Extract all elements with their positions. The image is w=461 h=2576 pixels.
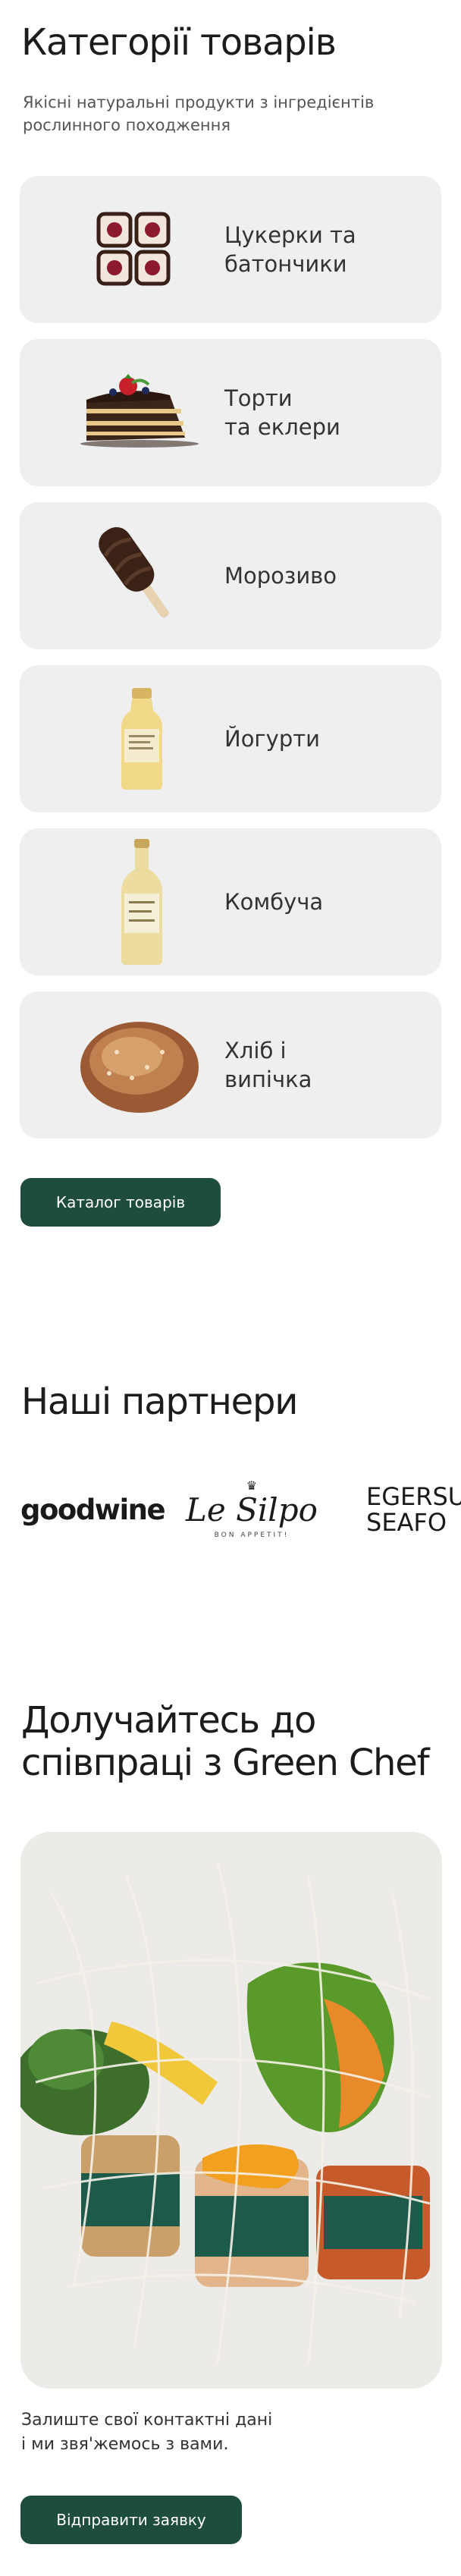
category-label-cakes: Торти та еклери bbox=[224, 385, 340, 440]
category-card-ice-cream[interactable]: Морозиво bbox=[20, 502, 441, 649]
categories-title: Категорії товарів bbox=[21, 21, 337, 64]
catalog-button[interactable]: Каталог товарів bbox=[20, 1178, 221, 1227]
categories-subtitle: Якісні натуральні продукти з інгредієнті… bbox=[23, 93, 375, 134]
crown-icon: ♛ bbox=[246, 1478, 258, 1493]
category-card-bread[interactable]: Хліб і випічка bbox=[20, 991, 441, 1139]
ice-cream-icon bbox=[56, 525, 208, 627]
submit-request-button[interactable]: Відправити заявку bbox=[20, 2496, 242, 2544]
join-title-line1: Долучайтесь до bbox=[21, 1699, 316, 1742]
egersund-wordmark-line1: EGERSU bbox=[366, 1482, 461, 1511]
partner-logo-egersund-seafood[interactable]: EGERSU SEAFO bbox=[366, 1460, 461, 1559]
partner-logo-goodwine[interactable]: goodwine bbox=[20, 1460, 166, 1559]
contact-text: Залиште свої контактні дані і ми звя'жем… bbox=[21, 2411, 273, 2454]
le-silpo-wordmark: Le Silpo bbox=[186, 1491, 318, 1528]
category-label-kombucha: Комбуча bbox=[224, 889, 324, 915]
category-label-ice-cream: Морозиво bbox=[224, 563, 337, 589]
cake-slice-icon bbox=[56, 362, 208, 463]
category-label-candies: Цукерки та батончики bbox=[224, 222, 356, 277]
candy-bars-icon bbox=[56, 199, 208, 300]
yogurt-bottle-icon bbox=[56, 688, 208, 790]
le-silpo-tagline: BON APPETIT! bbox=[214, 1531, 290, 1539]
groceries-net-bag-photo bbox=[20, 1832, 442, 2389]
category-card-cakes[interactable]: Торти та еклери bbox=[20, 339, 441, 486]
join-title: Долучайтесь до співпраці з Green Chef bbox=[21, 1699, 429, 1784]
join-title-line2: співпраці з Green Chef bbox=[21, 1742, 429, 1784]
egersund-wordmark-line2: SEAFO bbox=[366, 1508, 447, 1537]
goodwine-wordmark: goodwine bbox=[20, 1493, 166, 1526]
category-label-bread: Хліб і випічка bbox=[224, 1038, 312, 1092]
category-card-candies[interactable]: Цукерки та батончики bbox=[20, 176, 441, 323]
category-label-yogurts: Йогурти bbox=[224, 726, 320, 752]
category-card-kombucha[interactable]: Комбуча bbox=[20, 828, 441, 975]
partners-title: Наші партнери bbox=[21, 1381, 298, 1423]
partners-strip: goodwine ♛ Le Silpo BON APPETIT! EGERSU … bbox=[0, 1460, 461, 1559]
bread-loaf-icon bbox=[56, 1014, 208, 1116]
category-card-yogurts[interactable]: Йогурти bbox=[20, 665, 441, 812]
partner-logo-le-silpo[interactable]: ♛ Le Silpo BON APPETIT! bbox=[186, 1460, 318, 1559]
kombucha-bottle-icon bbox=[56, 839, 208, 965]
